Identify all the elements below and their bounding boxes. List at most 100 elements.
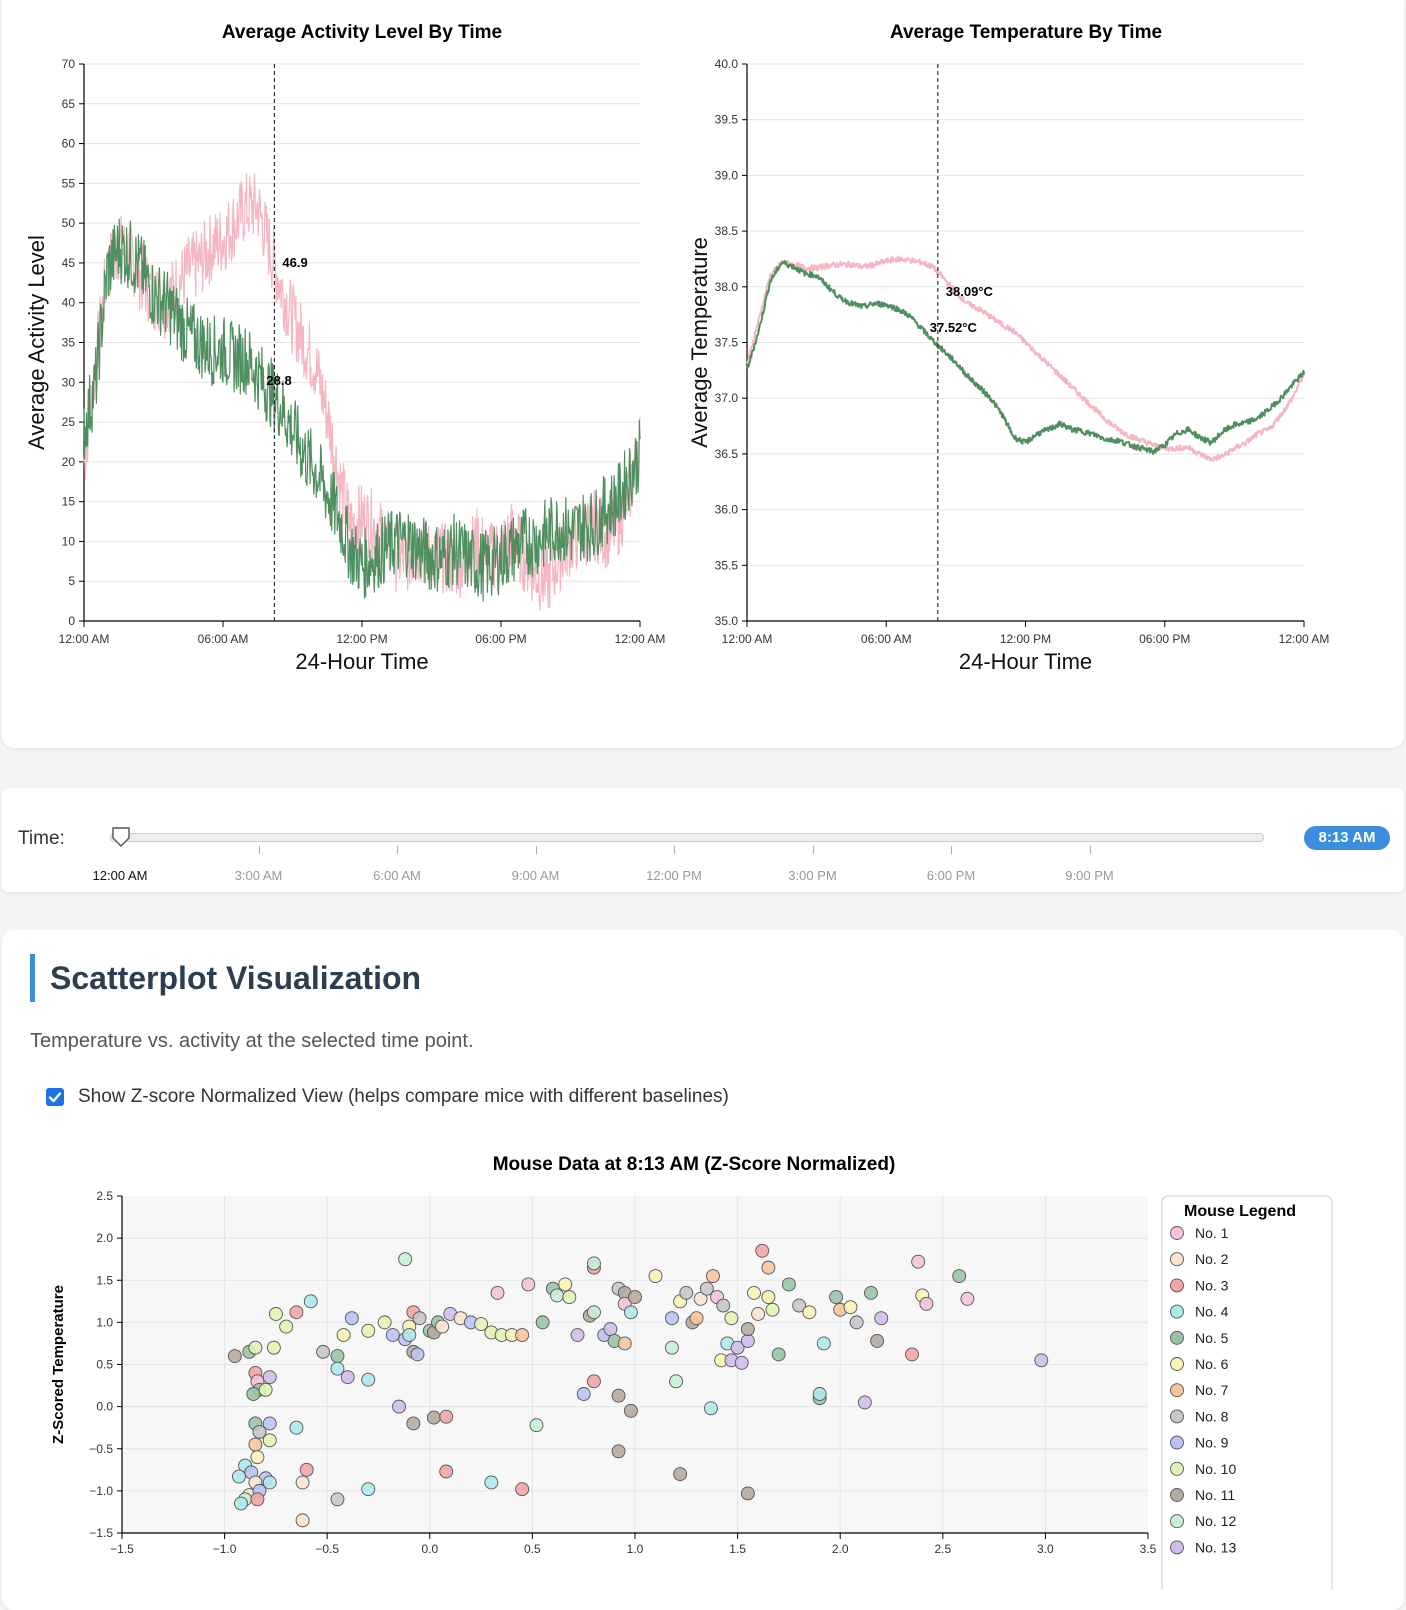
scatter-point — [515, 1482, 530, 1497]
scatter-point — [262, 1370, 277, 1385]
time-slider-track[interactable] — [110, 833, 1264, 842]
scatter-point — [603, 1322, 618, 1337]
scatter-point — [490, 1285, 505, 1300]
scatter-point — [439, 1409, 454, 1424]
slider-tick-mark — [812, 846, 814, 854]
y-tick-label: −1.0 — [89, 1484, 113, 1498]
scatter-point — [623, 1305, 638, 1320]
slider-tick-label: 6:00 AM — [373, 868, 421, 883]
legend-item-label: No. 10 — [1195, 1461, 1236, 1477]
time-value-badge: 8:13 AM — [1304, 826, 1390, 850]
scatter-point — [295, 1513, 310, 1528]
scatter-point — [402, 1328, 417, 1342]
y-tick-label: 30 — [62, 375, 76, 389]
x-tick-label: 1.5 — [729, 1542, 746, 1556]
legend-marker — [1170, 1540, 1184, 1555]
y-tick-label: 38.5 — [715, 224, 739, 238]
scatter-point — [740, 1486, 755, 1501]
scatter-point — [268, 1306, 283, 1321]
y-tick-label: 35.0 — [715, 614, 739, 628]
scatter-point — [295, 1475, 310, 1490]
legend-item-label: No. 3 — [1195, 1277, 1229, 1293]
scatter-point — [911, 1254, 926, 1269]
checkmark-icon — [48, 1092, 62, 1103]
chart-title: Average Activity Level By Time — [222, 22, 502, 43]
scatter-point — [751, 1306, 766, 1321]
y-tick-label: 0.5 — [96, 1358, 113, 1372]
scatter-point — [330, 1492, 345, 1507]
legend-item-label: No. 8 — [1195, 1408, 1229, 1424]
y-axis-label: Z-Scored Temperature — [50, 1285, 67, 1444]
scatter-point — [266, 1340, 281, 1355]
y-tick-label: 25 — [62, 415, 76, 429]
scatter-point — [664, 1340, 679, 1355]
scatter-point — [960, 1291, 975, 1306]
legend-marker — [1170, 1357, 1184, 1371]
x-tick-label: 12:00 PM — [1000, 632, 1051, 646]
scatter-point — [558, 1277, 573, 1292]
scatter-point — [316, 1344, 331, 1359]
legend-item-label: No. 12 — [1195, 1513, 1236, 1529]
line-chart: Average Temperature By Time 35.0 35.5 36.0 3… — [687, 22, 1329, 674]
x-tick-label: 06:00 AM — [198, 632, 249, 646]
slider-tick-mark — [258, 846, 260, 854]
scatter-point — [905, 1347, 919, 1362]
green-series-line — [746, 260, 1305, 455]
scatter-point — [679, 1285, 694, 1300]
y-tick-label: 55 — [62, 176, 76, 190]
y-tick-label: 65 — [62, 97, 76, 111]
scatter-point — [623, 1403, 638, 1418]
y-tick-label: 5 — [68, 574, 75, 588]
scatter-point — [802, 1305, 817, 1320]
x-tick-label: 3.0 — [1037, 1542, 1054, 1556]
section-title: Scatterplot Visualization — [50, 960, 422, 996]
scatter-point — [262, 1475, 277, 1490]
x-tick-label: 0.0 — [421, 1542, 438, 1556]
y-tick-label: 50 — [62, 216, 76, 230]
scatter-point — [761, 1290, 776, 1305]
slider-tick-label: 3:00 PM — [788, 868, 837, 883]
scatter-point — [874, 1311, 889, 1326]
scatter-point — [262, 1433, 277, 1448]
scatter-point — [279, 1319, 294, 1334]
scatter-point — [406, 1416, 421, 1431]
scatter-point — [258, 1382, 273, 1397]
y-tick-label: 36.5 — [715, 447, 739, 461]
y-tick-label: 38.0 — [715, 280, 739, 294]
scatter-point — [426, 1410, 441, 1425]
scatter-point — [303, 1294, 318, 1309]
scatter-point — [246, 1387, 261, 1401]
x-tick-label: 12:00 AM — [1279, 632, 1330, 646]
x-tick-label: −0.5 — [315, 1542, 339, 1556]
scatter-point — [529, 1418, 544, 1433]
zscore-checkbox-label[interactable]: Show Z-score Normalized View (helps comp… — [78, 1086, 729, 1108]
scatter-chart-svg: Mouse Data at 8:13 AM (Z-Score Normalize… — [50, 1154, 1333, 1590]
scatter-point — [829, 1290, 844, 1305]
x-tick-label: 06:00 AM — [861, 632, 912, 646]
zscore-checkbox[interactable] — [46, 1088, 64, 1106]
mouse-legend: Mouse Legend No. 1 No. 2 No. 3 No. 4 No. 5 No.… — [1161, 1195, 1333, 1590]
scatter-point — [262, 1416, 277, 1431]
scatter-point — [611, 1444, 626, 1459]
y-axis-label: Average Temperature — [687, 237, 712, 448]
legend-item-label: No. 5 — [1195, 1330, 1229, 1346]
slider-tick-label: 9:00 AM — [511, 868, 560, 883]
scatter-point — [611, 1388, 626, 1403]
scatter-point — [628, 1290, 642, 1305]
x-tick-label: 06:00 PM — [1139, 632, 1190, 646]
y-tick-label: 37.0 — [715, 391, 739, 405]
scatter-point — [227, 1349, 242, 1364]
x-tick-label: 12:00 AM — [615, 632, 666, 646]
y-tick-label: 0 — [68, 614, 75, 628]
scatter-point — [765, 1302, 780, 1317]
scatter-point — [412, 1311, 427, 1326]
time-slider-thumb[interactable] — [112, 827, 130, 847]
scatter-point — [410, 1347, 425, 1362]
scatter-point — [952, 1269, 967, 1283]
y-tick-label: 39.5 — [715, 113, 739, 127]
legend-item-label: No. 13 — [1195, 1539, 1236, 1555]
y-tick-label: 2.5 — [96, 1189, 113, 1203]
scatter-point — [439, 1464, 454, 1479]
scatter-point — [344, 1311, 359, 1326]
scatter-point — [870, 1333, 885, 1348]
